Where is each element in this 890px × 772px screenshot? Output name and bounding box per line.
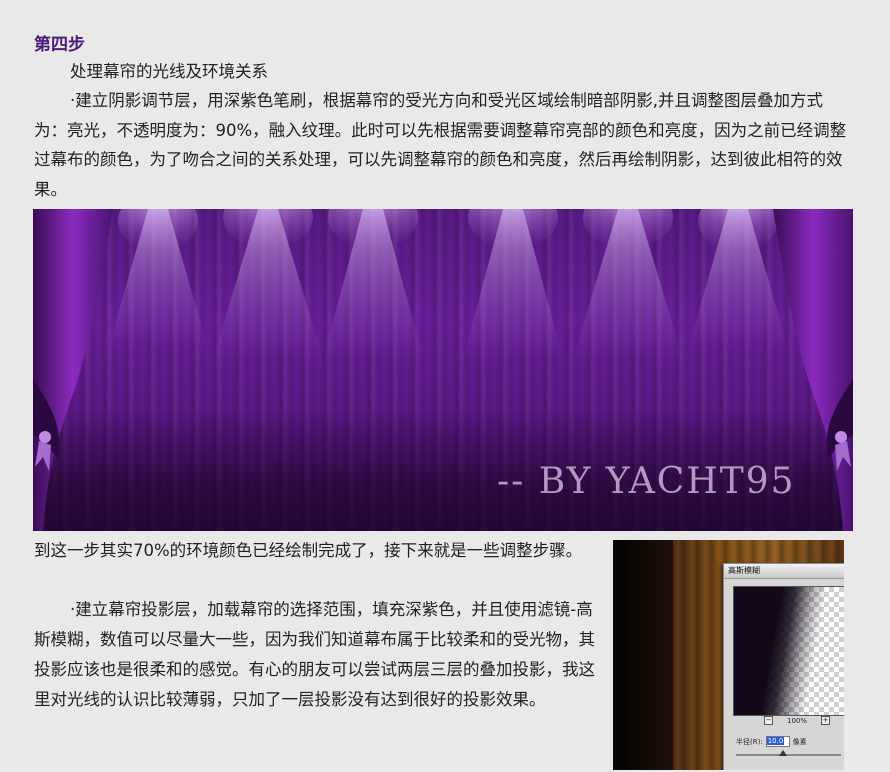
- gaussian-blur-screenshot: 高斯模糊 − 100% + 半径(R): 10.0 像素: [613, 540, 844, 770]
- radius-unit: 像素: [792, 737, 807, 746]
- radius-label: 半径(R):: [736, 737, 763, 746]
- zoom-level: 100%: [787, 716, 808, 725]
- zoom-controls: − 100% +: [764, 716, 831, 725]
- zoom-in-button[interactable]: +: [821, 716, 831, 725]
- watermark-text: -- BY YACHT95: [497, 461, 796, 502]
- curtain-shadow-area: [613, 540, 673, 770]
- step-paragraph: ·建立阴影调节层，用深紫色笔刷，根据幕帘的受光方向和受光区域绘制暗部阴影,并且调…: [34, 91, 847, 199]
- spotlight-beams: [108, 209, 788, 359]
- blurred-shadow: [734, 587, 844, 715]
- zoom-out-button[interactable]: −: [764, 716, 773, 725]
- curtain-stage-image: -- BY YACHT95: [33, 209, 853, 531]
- dialog-title: 高斯模糊: [724, 564, 844, 579]
- radius-slider[interactable]: [736, 754, 841, 756]
- gaussian-blur-dialog: 高斯模糊 − 100% + 半径(R): 10.0 像素: [723, 563, 844, 770]
- radius-slider-knob[interactable]: [779, 750, 788, 756]
- radius-value: 10.0: [766, 737, 785, 745]
- radius-input[interactable]: 10.0: [765, 736, 790, 747]
- spotlight-glows: [118, 209, 778, 251]
- step-title: 第四步: [34, 35, 85, 55]
- step-subtitle: 处理幕帘的光线及环境关系: [70, 62, 268, 81]
- radius-row: 半径(R): 10.0 像素: [736, 736, 807, 747]
- section-paragraph: 到这一步其实70%的环境颜色已经绘制完成了，接下来就是一些调整步骤。: [34, 541, 583, 560]
- section-paragraph: ·建立幕帘投影层，加载幕帘的选择范围，填充深紫色，并且使用滤镜-高斯模糊，数值可…: [34, 600, 595, 709]
- blur-preview: [733, 586, 844, 716]
